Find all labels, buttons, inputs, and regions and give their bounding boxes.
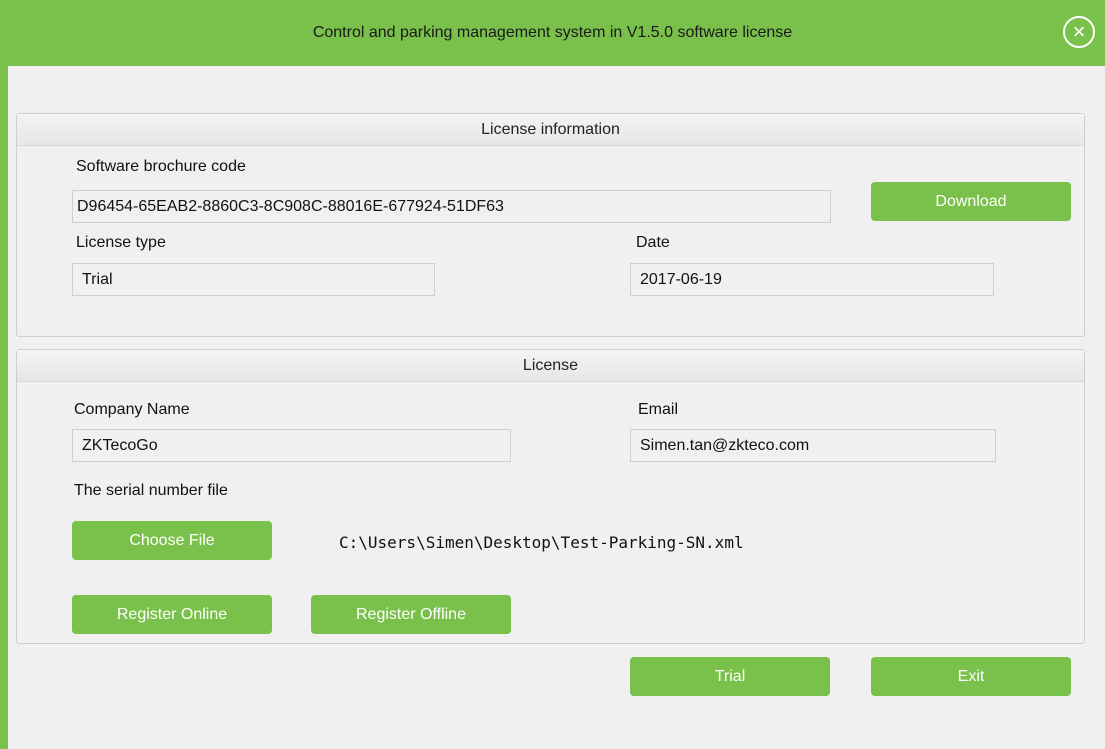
- file-path-text: C:\Users\Simen\Desktop\Test-Parking-SN.x…: [339, 533, 744, 552]
- download-button[interactable]: Download: [871, 182, 1071, 221]
- company-name-field[interactable]: ZKTecoGo: [72, 429, 511, 462]
- close-icon[interactable]: ×: [1063, 16, 1095, 48]
- date-field[interactable]: 2017-06-19: [630, 263, 994, 296]
- serial-file-label: The serial number file: [74, 482, 228, 499]
- license-header: License: [17, 350, 1084, 382]
- trial-button[interactable]: Trial: [630, 657, 830, 696]
- software-code-label: Software brochure code: [76, 158, 246, 175]
- license-information-group: License information: [16, 113, 1085, 337]
- window-title: Control and parking management system in…: [312, 24, 793, 41]
- email-field[interactable]: Simen.tan@zkteco.com: [630, 429, 996, 462]
- exit-button[interactable]: Exit: [871, 657, 1071, 696]
- software-code-field[interactable]: D96454-65EAB2-8860C3-8C908C-88016E-67792…: [72, 190, 831, 223]
- register-online-button[interactable]: Register Online: [72, 595, 272, 634]
- company-name-label: Company Name: [74, 401, 190, 418]
- title-bar: Control and parking management system in…: [0, 0, 1105, 66]
- license-type-field[interactable]: Trial: [72, 263, 435, 296]
- email-label: Email: [638, 401, 679, 418]
- choose-file-button[interactable]: Choose File: [72, 521, 272, 560]
- license-type-label: License type: [76, 234, 166, 251]
- register-offline-button[interactable]: Register Offline: [311, 595, 511, 634]
- date-label: Date: [636, 234, 670, 251]
- license-information-header: License information: [17, 114, 1084, 146]
